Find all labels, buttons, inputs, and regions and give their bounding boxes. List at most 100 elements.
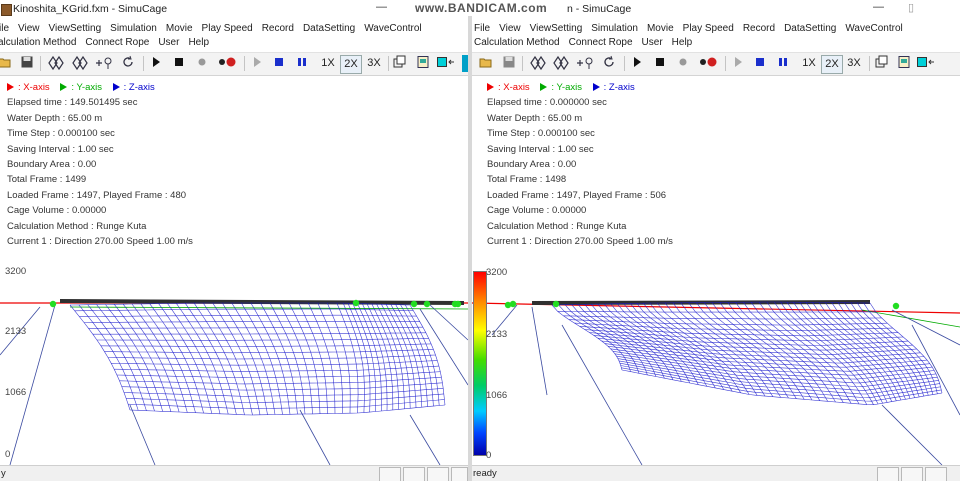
net-mesh-line: [780, 301, 879, 405]
menu-datasetting[interactable]: DataSetting: [784, 23, 836, 34]
menu-view[interactable]: View: [499, 23, 521, 34]
rotate-x-icon[interactable]: [529, 55, 547, 72]
menu-calculation-method[interactable]: alculation Method: [0, 37, 76, 48]
rotate-x-icon[interactable]: [47, 55, 65, 72]
y-tick: 3200: [486, 267, 508, 278]
menu-datasetting[interactable]: DataSetting: [303, 23, 355, 34]
pause-icon[interactable]: [296, 55, 308, 72]
maximize-button[interactable]: ▯: [908, 1, 914, 14]
menu-movie[interactable]: Movie: [647, 23, 674, 34]
record-dot-icon[interactable]: [196, 55, 208, 72]
move-icon[interactable]: [95, 55, 115, 72]
record-icon[interactable]: [216, 55, 238, 72]
step-icon[interactable]: [251, 55, 263, 72]
net-mesh-line: [79, 314, 417, 317]
rotate-y-icon[interactable]: [552, 55, 570, 72]
pause-icon[interactable]: [777, 55, 789, 72]
menu-connect-rope[interactable]: Connect Rope: [569, 37, 633, 48]
speed-1x-button[interactable]: 1X: [318, 55, 338, 72]
elapsed-time: Elapsed time : 0.000000 sec: [487, 97, 607, 109]
speed-2x-button[interactable]: 2X: [340, 55, 362, 74]
rope-node: [49, 300, 57, 308]
x-axis-label: X-axis: [503, 82, 530, 93]
window-title: n - SimuCage: [567, 3, 632, 15]
toolbar-separator: [244, 56, 245, 71]
status-box: [901, 467, 923, 481]
menu-user[interactable]: User: [158, 37, 179, 48]
stop-blue-icon[interactable]: [754, 55, 766, 72]
cage-volume: Cage Volume : 0.00000: [487, 205, 587, 217]
print-icon[interactable]: [416, 55, 430, 72]
loaded-frame: Loaded Frame : 1497, Played Frame : 506: [487, 189, 667, 201]
menu-play-speed[interactable]: Play Speed: [202, 23, 253, 34]
net-mesh-line: [126, 393, 444, 403]
speed-2x-button[interactable]: 2X: [821, 55, 843, 74]
menu-viewsetting[interactable]: ViewSetting: [530, 23, 583, 34]
step-icon[interactable]: [732, 55, 744, 72]
move-icon[interactable]: [576, 55, 596, 72]
menu-play-speed[interactable]: Play Speed: [683, 23, 734, 34]
toolbar-separator: [388, 56, 389, 71]
net-mesh-line: [607, 346, 928, 368]
stop-icon[interactable]: [654, 55, 666, 72]
menu-record[interactable]: Record: [262, 23, 294, 34]
menu-connect-rope[interactable]: Connect Rope: [85, 37, 149, 48]
menu-wavecontrol[interactable]: WaveControl: [364, 23, 421, 34]
record-dot-icon[interactable]: [677, 55, 689, 72]
menu-view[interactable]: View: [18, 23, 40, 34]
save-icon[interactable]: [502, 55, 516, 72]
minimize-button[interactable]: —: [873, 1, 884, 13]
axis-legend: : X-axis : Y-axis : Z-axis: [7, 80, 193, 95]
speed-1x-button[interactable]: 1X: [799, 55, 819, 72]
menu-viewsetting[interactable]: ViewSetting: [49, 23, 102, 34]
open-icon[interactable]: [479, 55, 493, 72]
mooring-rope: [891, 309, 960, 346]
minimize-button[interactable]: —: [376, 1, 387, 13]
menu-file[interactable]: ile: [0, 23, 9, 34]
stop-icon[interactable]: [173, 55, 185, 72]
menu-help[interactable]: Help: [672, 37, 693, 48]
color-icon[interactable]: [436, 55, 456, 72]
print-icon[interactable]: [897, 55, 911, 72]
net-mesh-line: [107, 354, 436, 360]
speed-3x-button[interactable]: 3X: [364, 55, 384, 72]
menu-help[interactable]: Help: [188, 37, 209, 48]
view-icon[interactable]: [392, 55, 406, 72]
net-mesh-line: [856, 302, 934, 395]
water-depth: Water Depth : 65.00 m: [487, 112, 583, 124]
rotate-y-icon[interactable]: [71, 55, 89, 72]
menu-record[interactable]: Record: [743, 23, 775, 34]
y-tick: 0: [5, 449, 11, 460]
3d-viewport[interactable]: 3200 2133 1066 0: [472, 265, 960, 465]
menu-movie[interactable]: Movie: [166, 23, 193, 34]
water-depth: Water Depth : 65.00 m: [7, 112, 103, 124]
record-icon[interactable]: [697, 55, 719, 72]
net-mesh-line: [111, 360, 438, 366]
open-icon[interactable]: [0, 55, 12, 72]
elapsed-time: Elapsed time : 149.501495 sec: [7, 97, 138, 109]
color-icon[interactable]: [916, 55, 936, 72]
rotate-icon[interactable]: [121, 55, 135, 72]
window-title: Kinoshita_KGrid.fxm - SimuCage: [13, 3, 168, 15]
stop-blue-icon[interactable]: [273, 55, 285, 72]
z-axis-label: Z-axis: [128, 82, 155, 93]
menu-simulation[interactable]: Simulation: [110, 23, 157, 34]
mooring-rope: [881, 404, 943, 465]
play-icon[interactable]: [631, 55, 643, 72]
3d-viewport[interactable]: 3200 2133 1066 0: [0, 265, 468, 465]
toolbar-separator: [522, 56, 523, 71]
menu-file[interactable]: File: [474, 23, 490, 34]
menu-wavecontrol[interactable]: WaveControl: [845, 23, 902, 34]
speed-3x-button[interactable]: 3X: [844, 55, 864, 72]
view-icon[interactable]: [874, 55, 888, 72]
net-mesh-line: [735, 302, 836, 403]
rotate-icon[interactable]: [602, 55, 616, 72]
menu-user[interactable]: User: [642, 37, 663, 48]
mooring-rope: [409, 414, 441, 465]
color-scale-bar: [473, 271, 487, 456]
save-icon[interactable]: [20, 55, 34, 72]
menu-simulation[interactable]: Simulation: [591, 23, 638, 34]
menu-calculation-method[interactable]: Calculation Method: [474, 37, 560, 48]
play-icon[interactable]: [150, 55, 162, 72]
rope-node: [552, 300, 560, 308]
